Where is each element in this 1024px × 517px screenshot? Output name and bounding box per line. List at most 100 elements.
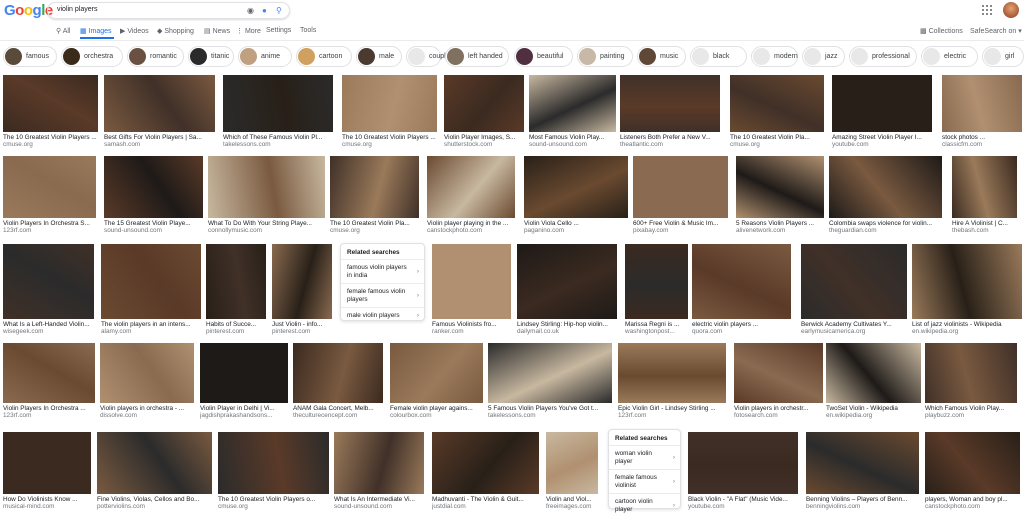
image-title[interactable]: List of jazz violinists - Wikipedia (912, 321, 1022, 328)
image-caption[interactable]: List of jazz violinists - Wikipedia en.wi… (912, 321, 1022, 335)
avatar[interactable] (1003, 2, 1019, 18)
image-caption[interactable]: Violin and Viol... freeimages.com (546, 496, 598, 510)
image-caption[interactable]: Lindsey Stirling: Hip-hop violin... daily… (517, 321, 617, 335)
image-result[interactable] (625, 244, 688, 319)
image-caption[interactable]: TwoSet Violin - Wikipedia en.wikipedia.or… (826, 405, 921, 419)
image-caption[interactable]: The 10 Greatest Violin Pla... cmuse.org (330, 220, 419, 234)
chip-girl[interactable]: girl (982, 46, 1024, 67)
image-title[interactable]: ANAM Gala Concert, Melb... (293, 405, 383, 412)
chip-couple[interactable]: couple (406, 46, 450, 67)
image-title[interactable]: Benning Violins – Players of Benn... (806, 496, 919, 503)
tab-news[interactable]: ▤ News (204, 27, 230, 35)
image-caption[interactable]: Violin Players In Orchestra ... 123rf.com (3, 405, 95, 419)
image-title[interactable]: Just Violin - info... (272, 321, 332, 328)
image-title[interactable]: What To Do With Your String Playe... (208, 220, 325, 227)
image-result[interactable] (524, 156, 628, 218)
image-caption[interactable]: Female violin player agains... colourbox.… (390, 405, 483, 419)
image-thumbnail[interactable] (620, 75, 720, 132)
chip-music[interactable]: music (637, 46, 686, 67)
image-thumbnail[interactable] (546, 432, 598, 494)
image-thumbnail[interactable] (3, 343, 95, 403)
image-result[interactable] (832, 75, 932, 132)
chip-professional[interactable]: professional (849, 46, 917, 67)
image-thumbnail[interactable] (730, 75, 824, 132)
image-title[interactable]: Violin Players In Orchestra S... (3, 220, 96, 227)
image-caption[interactable]: 600+ Free Violin & Music Im... pixabay.co… (633, 220, 728, 234)
image-title[interactable]: Violin Player Images, S... (444, 134, 524, 141)
image-caption[interactable]: ANAM Gala Concert, Melb... theculturecenc… (293, 405, 383, 419)
image-result[interactable] (432, 432, 539, 494)
image-result[interactable] (218, 432, 329, 494)
chip-orchestra[interactable]: orchestra (61, 46, 123, 67)
google-logo[interactable]: Google (4, 2, 53, 19)
related-search-item[interactable]: male violin players › (341, 307, 424, 324)
image-title[interactable]: 5 Reasons Violin Players ... (736, 220, 824, 227)
image-caption[interactable]: 5 Famous Violin Players You've Got t... t… (488, 405, 612, 419)
image-caption[interactable]: The 15 Greatest Violin Playe... sound-uns… (104, 220, 203, 234)
image-thumbnail[interactable] (206, 244, 266, 319)
image-title[interactable]: Violin players in orchestr... (734, 405, 823, 412)
image-thumbnail[interactable] (3, 156, 96, 218)
image-result[interactable] (200, 343, 288, 403)
search-input[interactable]: violin players (57, 6, 97, 13)
image-thumbnail[interactable] (334, 432, 424, 494)
image-title[interactable]: Lindsey Stirling: Hip-hop violin... (517, 321, 617, 328)
image-thumbnail[interactable] (100, 343, 194, 403)
image-thumbnail[interactable] (688, 432, 798, 494)
image-thumbnail[interactable] (218, 432, 329, 494)
chip-famous[interactable]: famous (3, 46, 57, 67)
related-search-item[interactable]: cartoon violin player › (609, 493, 680, 517)
image-caption[interactable]: Habits of Succe... pinterest.com (206, 321, 266, 335)
image-title[interactable]: The 10 Greatest Violin Players ... (3, 134, 98, 141)
image-caption[interactable]: Which Famous Violin Play... playbuzz.com (925, 405, 1017, 419)
image-result[interactable] (952, 156, 1017, 218)
image-caption[interactable]: Amazing Street Violin Player I... youtube… (832, 134, 932, 148)
image-result[interactable] (223, 75, 333, 132)
image-thumbnail[interactable] (734, 343, 823, 403)
image-title[interactable]: The violin players in an intens... (101, 321, 201, 328)
image-thumbnail[interactable] (925, 432, 1020, 494)
image-title[interactable]: Most Famous Violin Play... (529, 134, 616, 141)
image-result[interactable] (942, 75, 1022, 132)
image-caption[interactable]: Colombia swaps violence for violin... the… (829, 220, 942, 234)
image-thumbnail[interactable] (529, 75, 616, 132)
image-title[interactable]: The 10 Greatest Violin Pla... (730, 134, 824, 141)
image-caption[interactable]: What Is An Intermediate Vi... sound-unsou… (334, 496, 424, 510)
image-caption[interactable]: The 10 Greatest Violin Pla... cmuse.org (730, 134, 824, 148)
image-title[interactable]: players, Woman and boy pl... (925, 496, 1020, 503)
image-result[interactable] (100, 343, 194, 403)
image-title[interactable]: Violin Players In Orchestra ... (3, 405, 95, 412)
image-title[interactable]: Hire A Violinist | C... (952, 220, 1017, 227)
image-result[interactable] (618, 343, 726, 403)
chip-beautiful[interactable]: beautiful (514, 46, 573, 67)
image-thumbnail[interactable] (633, 156, 728, 218)
image-result[interactable] (342, 75, 437, 132)
image-thumbnail[interactable] (952, 156, 1017, 218)
image-thumbnail[interactable] (912, 244, 1022, 319)
image-thumbnail[interactable] (826, 343, 921, 403)
image-caption[interactable]: Madhuvanti - The Violin & Guit... justdia… (432, 496, 539, 510)
image-caption[interactable]: Violin players in orchestra - ... dissolv… (100, 405, 194, 419)
chip-titanic[interactable]: titanic (188, 46, 234, 67)
image-caption[interactable]: Famous Violinists fro... ranker.com (432, 321, 511, 335)
image-title[interactable]: Violin player playing in the ... (427, 220, 515, 227)
image-title[interactable]: Marissa Regni is ... (625, 321, 688, 328)
image-result[interactable] (488, 343, 612, 403)
image-thumbnail[interactable] (272, 244, 332, 319)
image-result[interactable] (692, 244, 791, 319)
image-thumbnail[interactable] (832, 75, 932, 132)
image-title[interactable]: 600+ Free Violin & Music Im... (633, 220, 728, 227)
image-thumbnail[interactable] (101, 244, 201, 319)
image-caption[interactable]: stock photos ... classicfm.com (942, 134, 1022, 148)
image-caption[interactable]: Epic Violin Girl - Lindsey Stirling ... 1… (618, 405, 726, 419)
image-result[interactable] (3, 156, 96, 218)
image-result[interactable] (104, 75, 215, 132)
image-title[interactable]: stock photos ... (942, 134, 1022, 141)
image-title[interactable]: The 10 Greatest Violin Players o... (218, 496, 329, 503)
image-title[interactable]: Habits of Succe... (206, 321, 266, 328)
image-thumbnail[interactable] (432, 244, 511, 319)
image-result[interactable] (208, 156, 325, 218)
image-title[interactable]: Violin Player in Delhi | Vi... (200, 405, 288, 412)
image-thumbnail[interactable] (97, 432, 212, 494)
tab-shopping[interactable]: ◆ Shopping (157, 27, 194, 35)
